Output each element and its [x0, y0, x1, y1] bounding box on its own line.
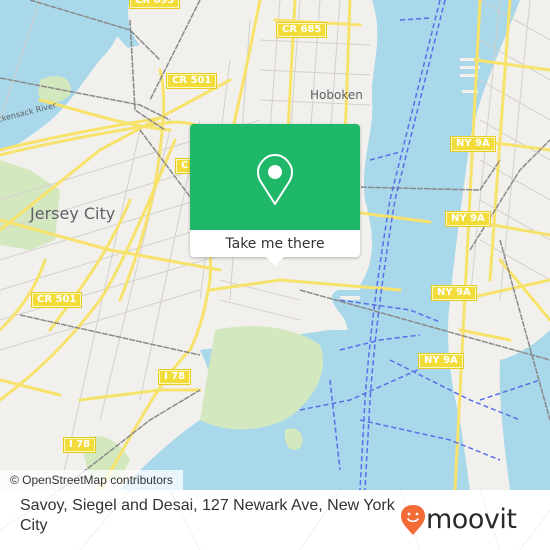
road-shield-i-78-north: I 78	[159, 370, 191, 384]
road-shield-i-78-south: I 78	[64, 438, 96, 452]
moovit-logo-text: moovit	[426, 504, 517, 535]
moovit-pin-icon	[401, 505, 425, 535]
road-shield-ny-9a-2: NY 9A	[446, 212, 490, 226]
location-popup: Take me there	[190, 124, 360, 266]
road-shield-cr-693: CR 693	[130, 0, 180, 8]
water-east-river	[499, 330, 550, 490]
road-shield-cr-501-south: CR 501	[32, 293, 82, 307]
place-label-hoboken: Hoboken	[310, 88, 363, 102]
road-shield-ny-9a-4: NY 9A	[419, 354, 463, 368]
road-shield-cr-501-north: CR 501	[167, 74, 217, 88]
popup-pointer	[265, 256, 285, 266]
map-pin-icon	[257, 154, 293, 205]
road-shield-ny-9a-3: NY 9A	[432, 286, 476, 300]
map-view[interactable]: Jersey City Hoboken Hackensack River CR …	[0, 0, 550, 490]
moovit-logo[interactable]: moovit	[400, 504, 517, 536]
footer: Savoy, Siegel and Desai, 127 Newark Ave,…	[0, 490, 550, 550]
road-shield-cr-685: CR 685	[277, 23, 327, 37]
popup-header	[190, 124, 360, 230]
road-shield-ny-9a-1: NY 9A	[451, 137, 495, 151]
place-label-jersey-city: Jersey City	[30, 204, 116, 223]
place-address: Savoy, Siegel and Desai, 127 Newark Ave,…	[20, 497, 395, 534]
map-attribution[interactable]: © OpenStreetMap contributors	[0, 470, 183, 490]
take-me-there-button[interactable]: Take me there	[190, 230, 360, 257]
